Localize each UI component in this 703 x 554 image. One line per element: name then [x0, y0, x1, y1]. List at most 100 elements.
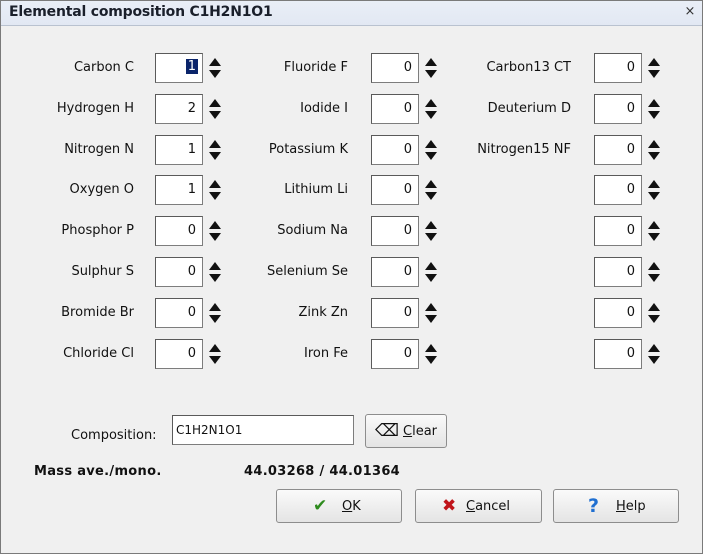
decrement-arrow-icon[interactable]: [424, 232, 438, 242]
increment-arrow-icon[interactable]: [647, 179, 661, 189]
increment-arrow-icon[interactable]: [208, 220, 222, 230]
cancel-button[interactable]: ✖ Cancel: [415, 489, 542, 523]
count-field[interactable]: 0: [155, 216, 203, 246]
increment-arrow-icon[interactable]: [647, 139, 661, 149]
increment-arrow-icon[interactable]: [647, 98, 661, 108]
increment-arrow-icon[interactable]: [647, 57, 661, 67]
increment-arrow-icon[interactable]: [647, 302, 661, 312]
eraser-icon: ⌫: [375, 421, 400, 441]
clear-button[interactable]: ⌫ Clear: [365, 414, 447, 448]
count-value: 0: [403, 223, 412, 238]
help-button-mnemonic: H: [616, 499, 626, 514]
increment-arrow-icon[interactable]: [424, 179, 438, 189]
decrement-arrow-icon[interactable]: [647, 151, 661, 161]
count-field[interactable]: 0: [155, 257, 203, 287]
decrement-arrow-icon[interactable]: [424, 110, 438, 120]
increment-arrow-icon[interactable]: [424, 261, 438, 271]
composition-input[interactable]: C1H2N1O1: [172, 415, 354, 445]
decrement-arrow-icon[interactable]: [647, 314, 661, 324]
spinner-arrows: [424, 139, 438, 161]
count-field[interactable]: 0: [371, 175, 419, 205]
increment-arrow-icon[interactable]: [424, 57, 438, 67]
close-icon[interactable]: ×: [683, 5, 697, 19]
count-field[interactable]: 0: [594, 175, 642, 205]
cancel-button-label: ancel: [475, 499, 511, 514]
spinner-arrows: [647, 220, 661, 242]
decrement-arrow-icon[interactable]: [208, 191, 222, 201]
decrement-arrow-icon[interactable]: [647, 110, 661, 120]
decrement-arrow-icon[interactable]: [208, 151, 222, 161]
increment-arrow-icon[interactable]: [424, 343, 438, 353]
spinner-arrows: [424, 98, 438, 120]
count-field[interactable]: 2: [155, 94, 203, 124]
spinner-arrows: [647, 57, 661, 79]
decrement-arrow-icon[interactable]: [424, 314, 438, 324]
count-value: 0: [187, 346, 196, 361]
spinner-arrows: [647, 139, 661, 161]
count-field[interactable]: 0: [371, 339, 419, 369]
count-value: 0: [403, 60, 412, 75]
count-field[interactable]: 0: [594, 53, 642, 83]
count-field[interactable]: 0: [594, 298, 642, 328]
decrement-arrow-icon[interactable]: [647, 69, 661, 79]
count-field[interactable]: 0: [371, 298, 419, 328]
increment-arrow-icon[interactable]: [424, 220, 438, 230]
decrement-arrow-icon[interactable]: [424, 69, 438, 79]
spinner-arrows: [424, 261, 438, 283]
increment-arrow-icon[interactable]: [208, 302, 222, 312]
count-value: 0: [626, 264, 635, 279]
decrement-arrow-icon[interactable]: [208, 314, 222, 324]
ok-button[interactable]: ✔ OK: [276, 489, 402, 523]
increment-arrow-icon[interactable]: [647, 343, 661, 353]
increment-arrow-icon[interactable]: [208, 261, 222, 271]
count-value: 1: [187, 142, 196, 157]
count-field[interactable]: 1: [155, 135, 203, 165]
decrement-arrow-icon[interactable]: [208, 355, 222, 365]
spinner-arrows: [208, 98, 222, 120]
count-field[interactable]: 0: [155, 339, 203, 369]
count-value: 0: [626, 223, 635, 238]
decrement-arrow-icon[interactable]: [424, 151, 438, 161]
increment-arrow-icon[interactable]: [424, 139, 438, 149]
increment-arrow-icon[interactable]: [647, 261, 661, 271]
increment-arrow-icon[interactable]: [208, 179, 222, 189]
count-field[interactable]: 0: [594, 216, 642, 246]
increment-arrow-icon[interactable]: [424, 302, 438, 312]
decrement-arrow-icon[interactable]: [647, 191, 661, 201]
decrement-arrow-icon[interactable]: [647, 232, 661, 242]
col2-label-7: Iron Fe: [304, 346, 348, 361]
increment-arrow-icon[interactable]: [647, 220, 661, 230]
count-field[interactable]: 0: [594, 135, 642, 165]
count-field[interactable]: 0: [594, 257, 642, 287]
decrement-arrow-icon[interactable]: [424, 191, 438, 201]
decrement-arrow-icon[interactable]: [208, 110, 222, 120]
decrement-arrow-icon[interactable]: [424, 273, 438, 283]
count-field[interactable]: 0: [594, 339, 642, 369]
increment-arrow-icon[interactable]: [208, 98, 222, 108]
count-field[interactable]: 0: [594, 94, 642, 124]
count-field[interactable]: 0: [371, 94, 419, 124]
count-field[interactable]: 0: [155, 298, 203, 328]
count-field[interactable]: 0: [371, 135, 419, 165]
decrement-arrow-icon[interactable]: [424, 355, 438, 365]
decrement-arrow-icon[interactable]: [647, 355, 661, 365]
spinner-arrows: [208, 302, 222, 324]
increment-arrow-icon[interactable]: [424, 98, 438, 108]
decrement-arrow-icon[interactable]: [208, 232, 222, 242]
count-value: 0: [626, 305, 635, 320]
count-value: 0: [626, 142, 635, 157]
count-field[interactable]: 0: [371, 257, 419, 287]
count-field[interactable]: 1: [155, 175, 203, 205]
count-field[interactable]: 1: [155, 53, 203, 83]
decrement-arrow-icon[interactable]: [208, 69, 222, 79]
spinner-arrows: [424, 302, 438, 324]
count-value: 0: [187, 305, 196, 320]
increment-arrow-icon[interactable]: [208, 139, 222, 149]
help-button[interactable]: ? Help: [553, 489, 679, 523]
decrement-arrow-icon[interactable]: [647, 273, 661, 283]
increment-arrow-icon[interactable]: [208, 343, 222, 353]
count-field[interactable]: 0: [371, 216, 419, 246]
increment-arrow-icon[interactable]: [208, 57, 222, 67]
decrement-arrow-icon[interactable]: [208, 273, 222, 283]
count-field[interactable]: 0: [371, 53, 419, 83]
